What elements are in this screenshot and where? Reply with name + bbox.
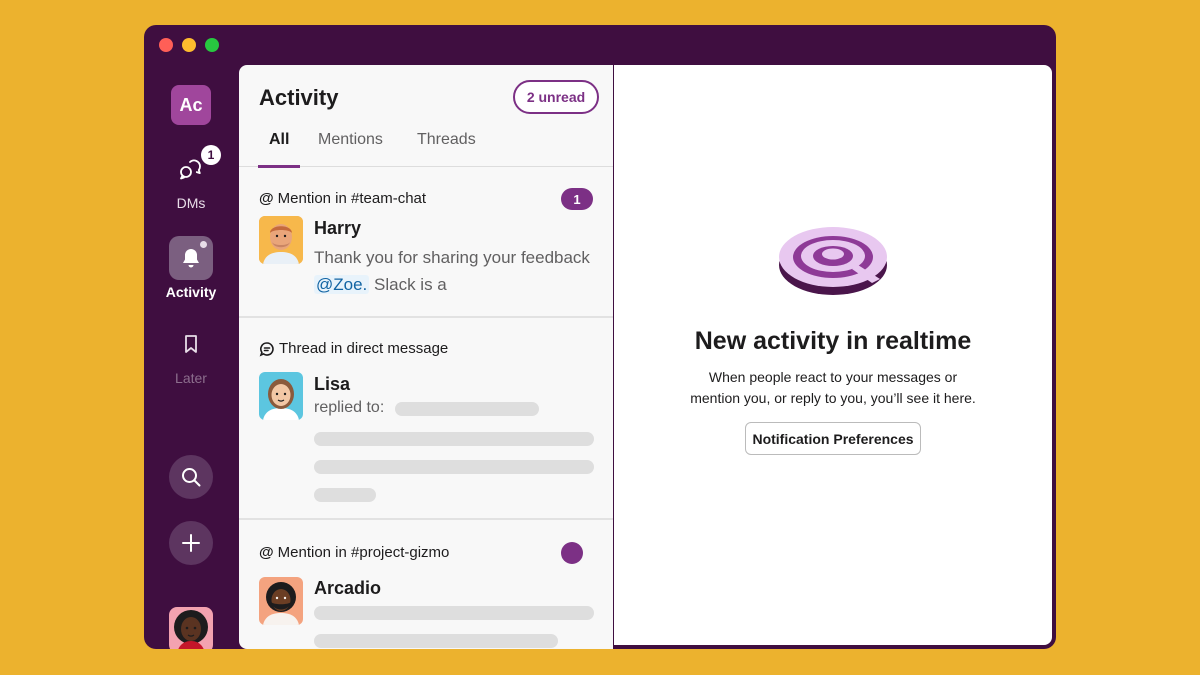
mention-count-badge: 1 [561, 188, 593, 210]
reply-label: replied to: [314, 399, 385, 416]
rail-item-dms[interactable]: 1 DMs [144, 145, 238, 211]
activity-item[interactable]: Thread in direct message Lisa replied to… [239, 318, 613, 520]
item-context: Mention in #project-gizmo [277, 544, 450, 561]
at-symbol-illustration [779, 227, 887, 295]
plus-icon [182, 534, 200, 552]
dm-icon: 1 [169, 145, 221, 191]
placeholder-line [314, 606, 594, 620]
rail-item-later[interactable]: Later [144, 322, 238, 386]
item-header: Thread in direct message [259, 340, 448, 357]
workspace-switcher[interactable]: Ac [171, 85, 211, 125]
bell-icon [169, 236, 213, 280]
activity-panel: Activity 2 unread All Mentions Threads @… [239, 65, 613, 649]
tab-threads[interactable]: Threads [417, 131, 476, 167]
placeholder-line [314, 432, 594, 446]
placeholder-line [314, 488, 376, 502]
avatar-harry [259, 216, 303, 264]
minimize-window-button[interactable] [182, 38, 196, 52]
thread-icon [259, 341, 274, 356]
message-text: Thank you for sharing your feedback [314, 248, 590, 267]
sender-name: Harry [314, 218, 362, 238]
rail-item-activity[interactable]: Activity [144, 236, 238, 300]
item-header: @ Mention in #team-chat [259, 190, 426, 207]
message-text-end: Slack is a [369, 275, 447, 294]
tab-mentions[interactable]: Mentions [318, 131, 383, 167]
user-avatar[interactable] [169, 607, 213, 649]
search-button[interactable] [169, 455, 213, 499]
dm-badge: 1 [201, 145, 221, 165]
placeholder-line [395, 402, 539, 416]
workspace-rail: Ac 1 DMs Activity Later [144, 65, 238, 649]
activity-item[interactable]: @ Mention in #team-chat 1 Harry Thank yo… [239, 168, 613, 318]
notification-preferences-button[interactable]: Notification Preferences [745, 422, 921, 455]
unread-filter-button[interactable]: 2 unread [513, 80, 599, 114]
window-controls [159, 38, 219, 52]
unread-dot [561, 542, 583, 564]
at-icon: @ [259, 190, 274, 207]
item-context: Mention in #team-chat [277, 190, 427, 207]
add-button[interactable] [169, 521, 213, 565]
sender-name: Lisa [314, 374, 351, 394]
placeholder-line [314, 634, 558, 648]
app-window: Ac 1 DMs Activity Later Activity 2 unrea… [144, 25, 1056, 649]
rail-label-dms: DMs [176, 195, 206, 211]
user-mention[interactable]: @Zoe. [314, 275, 370, 294]
placeholder-line [314, 460, 594, 474]
rail-label-activity: Activity [165, 284, 217, 300]
rail-label-later: Later [175, 370, 207, 386]
item-header: @ Mention in #project-gizmo [259, 544, 449, 561]
close-window-button[interactable] [159, 38, 173, 52]
page-title: Activity [259, 85, 339, 110]
sender-name: Arcadio [314, 578, 382, 598]
activity-indicator [200, 241, 207, 248]
empty-state-description: When people react to your messages or me… [690, 369, 976, 406]
avatar-lisa [259, 372, 303, 420]
activity-tabs: All Mentions Threads [239, 131, 613, 168]
empty-state-pane: New activity in realtime When people rea… [614, 65, 1052, 645]
avatar-arcadio [259, 577, 303, 625]
item-context: Thread in direct message [279, 340, 449, 357]
search-icon [182, 468, 201, 487]
bookmark-icon [169, 322, 213, 366]
empty-state-title: New activity in realtime [694, 327, 972, 355]
message-preview: Thank you for sharing your feedback @Zoe… [314, 244, 594, 298]
maximize-window-button[interactable] [205, 38, 219, 52]
tab-all[interactable]: All [257, 131, 302, 168]
at-icon: @ [259, 544, 274, 561]
activity-item[interactable]: @ Mention in #project-gizmo Arcadio [239, 520, 613, 649]
